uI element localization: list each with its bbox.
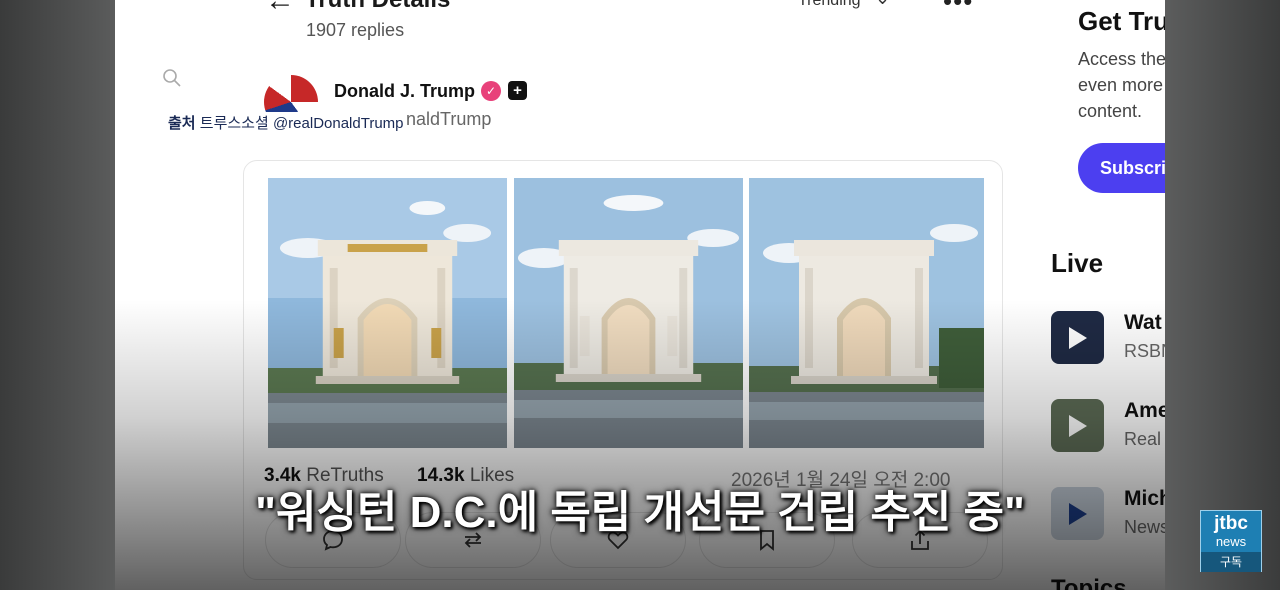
back-arrow-icon[interactable]: ← (265, 0, 295, 18)
jtbc-news-logo[interactable]: jtbc news 구독 (1200, 510, 1262, 572)
post-image-arch-plain[interactable] (749, 178, 984, 448)
play-icon (1069, 327, 1087, 349)
source-prefix: 출처 (168, 115, 196, 132)
topics-section-title: Topics (1051, 575, 1127, 590)
source-text: 트루스소셜 @realDonaldTrump (199, 115, 404, 132)
live-item-name: Wat (1124, 311, 1162, 334)
live-section-title: Live (1051, 248, 1104, 278)
jtbc-subscribe-label: 구독 (1201, 552, 1261, 572)
subscribe-button[interactable]: Subscribe (1078, 143, 1165, 193)
live-item[interactable]: Wat RSBN (1051, 311, 1165, 365)
live-item-source: Real (1124, 429, 1162, 449)
jtbc-logo-text: jtbc (1214, 513, 1248, 534)
chevron-down-icon[interactable]: ⌄ (875, 0, 890, 9)
sort-dropdown-label[interactable]: Trending (798, 0, 861, 10)
verified-badge-icon: ✓ (481, 81, 501, 101)
more-options-icon[interactable]: ••• (943, 0, 973, 17)
search-icon[interactable] (162, 68, 182, 88)
live-item-source: RSBN (1124, 341, 1165, 361)
news-subtitle: "워싱턴 D.C.에 독립 개선문 건립 추진 중" (255, 488, 1025, 537)
live-thumbnail (1051, 399, 1104, 452)
promo-body: Access the even more content. (1078, 49, 1165, 121)
play-icon (1069, 415, 1087, 437)
page-title: Truth Details (305, 0, 450, 14)
post-image-arch-gold[interactable] (268, 178, 507, 448)
post-image-arch-statues[interactable] (514, 178, 743, 448)
promo-title: Get Tru (1078, 6, 1165, 36)
reply-count: 1907 replies (306, 20, 405, 40)
live-item-name: Ame (1124, 399, 1165, 422)
author-name[interactable]: Donald J. Trump (334, 81, 475, 102)
live-thumbnail (1051, 311, 1104, 364)
jtbc-logo-sub: news (1215, 534, 1247, 549)
plus-badge-icon: + (508, 81, 527, 100)
live-item[interactable]: Ame Real (1051, 399, 1165, 453)
source-caption: 출처 트루스소셜 @realDonaldTrump (166, 112, 406, 133)
author-handle[interactable]: naldTrump (406, 109, 491, 130)
